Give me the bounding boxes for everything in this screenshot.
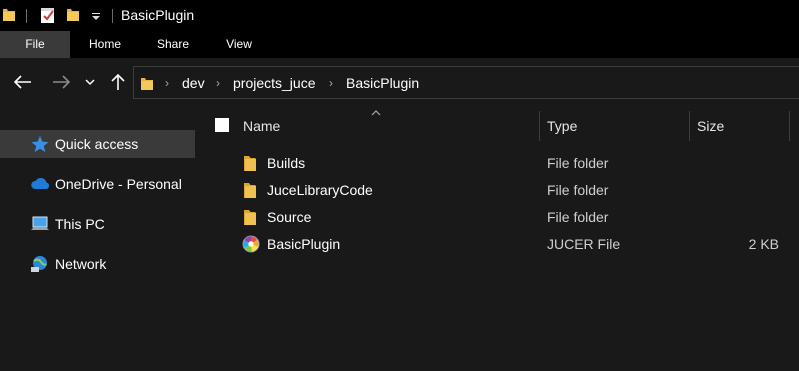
breadcrumb-projects-juce[interactable]: projects_juce [233, 75, 316, 91]
toolbar-divider [112, 9, 113, 23]
star-icon [31, 136, 49, 152]
title-bar: BasicPlugin [0, 0, 799, 31]
file-name: JuceLibraryCode [267, 182, 373, 198]
file-type: JUCER File [547, 236, 621, 252]
window-title: BasicPlugin [121, 7, 195, 23]
column-divider[interactable] [789, 111, 790, 141]
select-all-checkbox[interactable] [215, 118, 229, 132]
file-row[interactable]: JuceLibraryCode File folder [236, 177, 799, 204]
sidebar-item-onedrive[interactable]: OneDrive - Personal [0, 170, 195, 198]
column-divider[interactable] [689, 111, 690, 141]
file-row[interactable]: BasicPlugin JUCER File 2 KB [236, 231, 799, 258]
customize-toolbar-icon[interactable] [92, 13, 100, 21]
toolbar-divider [26, 9, 27, 23]
file-type: File folder [547, 155, 609, 171]
file-name: BasicPlugin [267, 236, 341, 252]
recent-locations-button[interactable] [82, 71, 98, 93]
cloud-icon [31, 178, 50, 189]
folder-icon [244, 210, 256, 225]
file-size: 2 KB [748, 236, 779, 252]
sidebar-item-label: Network [55, 256, 107, 272]
file-row[interactable]: Source File folder [236, 204, 799, 231]
jucer-icon [242, 235, 260, 253]
forward-button[interactable] [50, 71, 72, 93]
navigation-bar: › dev › projects_juce › BasicPlugin [0, 58, 799, 108]
ribbon-tabs: File Home Share View [0, 31, 799, 58]
sidebar-item-quick-access[interactable]: Quick access [0, 130, 195, 158]
arrow-right-icon [53, 75, 70, 89]
arrow-left-icon [14, 75, 31, 89]
file-row[interactable]: Builds File folder [236, 150, 799, 177]
address-bar[interactable]: › dev › projects_juce › BasicPlugin [133, 66, 799, 99]
sidebar-item-this-pc[interactable]: This PC [0, 210, 195, 238]
chevron-right-icon[interactable]: › [216, 76, 220, 90]
file-list: Name Type Size Builds File folder JuceLi… [198, 108, 799, 371]
column-header-size[interactable]: Size [697, 113, 777, 143]
tab-file[interactable]: File [0, 31, 70, 58]
computer-icon [31, 216, 49, 230]
properties-icon[interactable] [40, 6, 56, 24]
column-header-name[interactable]: Name [243, 113, 533, 143]
up-button[interactable] [107, 71, 129, 93]
new-folder-icon[interactable] [66, 6, 80, 22]
tab-share[interactable]: Share [148, 31, 198, 58]
chevron-down-icon [85, 79, 95, 86]
column-header-type[interactable]: Type [547, 113, 687, 143]
sidebar-item-label: OneDrive - Personal [55, 176, 182, 192]
back-button[interactable] [12, 71, 34, 93]
file-type: File folder [547, 182, 609, 198]
sidebar-item-network[interactable]: Network [0, 250, 195, 278]
breadcrumb-basicplugin[interactable]: BasicPlugin [346, 75, 419, 91]
file-type: File folder [547, 209, 609, 225]
network-icon [31, 256, 47, 272]
breadcrumb-dev[interactable]: dev [182, 75, 205, 91]
tab-home[interactable]: Home [78, 31, 132, 58]
sidebar-item-label: Quick access [55, 136, 139, 152]
file-name: Source [267, 209, 312, 225]
folder-icon [244, 183, 256, 198]
navigation-pane: Quick access OneDrive - Personal This PC… [0, 108, 198, 371]
tab-view[interactable]: View [216, 31, 262, 58]
chevron-right-icon[interactable]: › [329, 76, 333, 90]
sidebar-item-label: This PC [55, 216, 105, 232]
folder-icon[interactable] [2, 6, 16, 22]
column-divider[interactable] [539, 111, 540, 141]
folder-icon [244, 156, 256, 171]
chevron-right-icon[interactable]: › [165, 76, 169, 90]
arrow-up-icon [111, 73, 125, 90]
file-name: Builds [267, 155, 306, 171]
folder-icon [141, 78, 153, 90]
